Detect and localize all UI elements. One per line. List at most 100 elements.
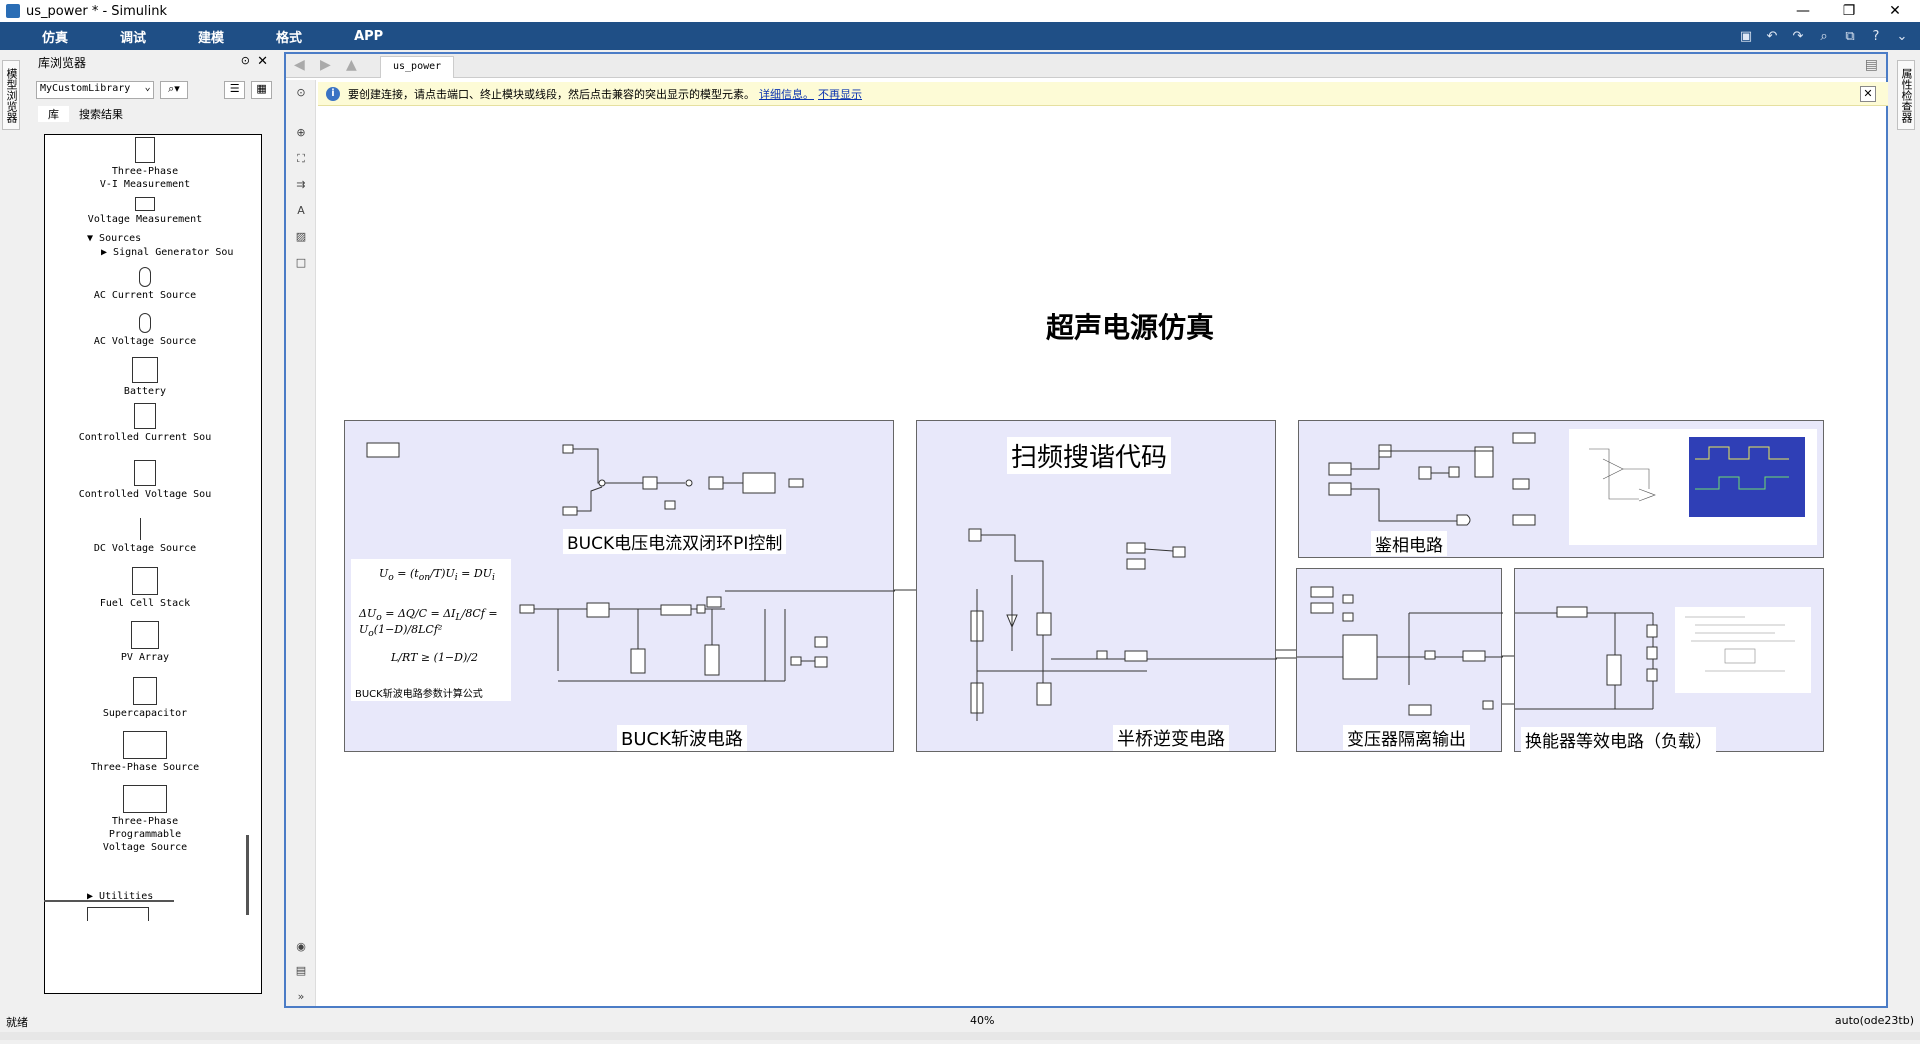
dc-voltage-icon bbox=[140, 518, 150, 540]
ac-current-icon bbox=[139, 267, 151, 287]
details-link[interactable]: 详细信息。 bbox=[759, 86, 814, 102]
pv-array-icon bbox=[131, 621, 159, 649]
programmable-source-icon bbox=[123, 785, 167, 813]
voltmeter-icon bbox=[135, 197, 155, 211]
keyboard-icon[interactable]: ▤ bbox=[1865, 57, 1878, 73]
panel-menu-icon[interactable]: ⊙ bbox=[241, 54, 250, 67]
menu-format[interactable]: 格式 bbox=[250, 27, 328, 46]
formula-1: Uo = (ton/T)Ui = DUi bbox=[379, 567, 495, 584]
library-item-fuel-cell[interactable]: Fuel Cell Stack bbox=[45, 567, 245, 610]
area-buck[interactable]: Uo = (ton/T)Ui = DUi ΔUo = ΔQ/C = ΔIL/8C… bbox=[344, 420, 895, 752]
tab-search-results[interactable]: 搜索结果 bbox=[69, 106, 133, 122]
redo-icon[interactable]: ↷ bbox=[1788, 27, 1808, 45]
library-title: 库浏览器 bbox=[38, 55, 87, 70]
library-item-battery[interactable]: Battery bbox=[45, 357, 245, 398]
close-window-button[interactable]: ✕ bbox=[1872, 0, 1918, 22]
tab-us-power[interactable]: us_power bbox=[380, 56, 455, 78]
help-icon[interactable]: ? bbox=[1866, 27, 1886, 45]
library-item-pv-array[interactable]: PV Array bbox=[45, 621, 245, 664]
menu-simulation[interactable]: 仿真 bbox=[0, 27, 94, 46]
library-item-controlled-current[interactable]: Controlled Current Sou bbox=[45, 403, 245, 444]
library-item-three-phase-vi[interactable]: Three-Phase V-I Measurement bbox=[45, 137, 245, 191]
vertical-scrollbar[interactable] bbox=[246, 835, 249, 915]
model-canvas-window: ◀ ▶ ▲ us_power ▤ ⊙ ⊕ ⛶ ⇉ A ▨ □ ◉ ▤ » i 要… bbox=[284, 52, 1888, 1008]
controlled-voltage-icon bbox=[134, 460, 156, 486]
forward-icon[interactable]: ▶ bbox=[320, 57, 331, 73]
formula-panel: Uo = (ton/T)Ui = DUi ΔUo = ΔQ/C = ΔIL/8C… bbox=[351, 559, 511, 701]
expand-toolbar-icon[interactable]: » bbox=[292, 990, 310, 1006]
property-inspector-tab[interactable]: 属性检查器 bbox=[1897, 60, 1915, 130]
status-bar: 就绪 40% auto(ode23tb) bbox=[0, 1010, 1920, 1032]
library-item-three-phase-source[interactable]: Three-Phase Source bbox=[45, 731, 245, 774]
hide-browser-icon[interactable]: ⊙ bbox=[292, 86, 310, 102]
close-icon[interactable]: ✕ bbox=[1860, 86, 1876, 102]
library-item-voltage-measurement[interactable]: Voltage Measurement bbox=[45, 197, 245, 226]
close-icon[interactable]: ✕ bbox=[257, 54, 268, 69]
chevron-down-icon: ⌄ bbox=[144, 82, 151, 93]
library-item-dc-voltage[interactable]: DC Voltage Source bbox=[45, 518, 245, 555]
tab-library[interactable]: 库 bbox=[38, 106, 69, 122]
back-icon[interactable]: ◀ bbox=[294, 57, 305, 73]
solver-indicator[interactable]: auto(ode23tb) bbox=[1835, 1014, 1914, 1027]
three-phase-source-icon bbox=[123, 731, 167, 759]
property-icon[interactable]: ▤ bbox=[292, 964, 310, 980]
label-phase-detect: 鉴相电路 bbox=[1371, 531, 1447, 556]
zoom-icon[interactable]: ⌕ bbox=[1814, 27, 1834, 45]
image-icon[interactable]: ▨ bbox=[292, 230, 310, 246]
fuel-cell-icon bbox=[132, 567, 158, 595]
bottom-strip bbox=[0, 1032, 1920, 1040]
menu-debug[interactable]: 调试 bbox=[94, 27, 172, 46]
search-icon[interactable]: ⌕▾ bbox=[159, 81, 189, 99]
menu-bar: 仿真 调试 建模 格式 APP bbox=[0, 22, 1920, 50]
info-icon: i bbox=[326, 86, 340, 101]
screenshot-icon[interactable]: ◉ bbox=[292, 940, 310, 956]
save-icon[interactable]: ▣ bbox=[1736, 27, 1756, 45]
library-item-ac-voltage-source[interactable]: AC Voltage Source bbox=[45, 313, 245, 348]
area-phase-detect[interactable]: 鉴相电路 bbox=[1298, 420, 1824, 558]
info-text: 要创建连接，请点击端口、终止模块或线段，然后点击兼容的突出显示的模型元素。 bbox=[348, 87, 755, 101]
right-side-strip: 属性检查器 bbox=[1892, 54, 1920, 1014]
annotation-icon[interactable]: A bbox=[292, 204, 310, 220]
formula-2: ΔUo = ΔQ/C = ΔIL/8Cf = Uo(1−D)/8LCf² bbox=[359, 607, 498, 640]
dont-show-link[interactable]: 不再显示 bbox=[818, 86, 862, 102]
library-item-ac-current-source[interactable]: AC Current Source bbox=[45, 267, 245, 302]
area-load[interactable]: 换能器等效电路（负载） bbox=[1514, 568, 1824, 752]
expand-icon[interactable]: ⌄ bbox=[1892, 27, 1912, 45]
left-side-strip: 模型浏览器 bbox=[0, 54, 22, 1044]
list-view-icon[interactable]: ☰ bbox=[224, 81, 246, 99]
find-icon[interactable]: ⧉ bbox=[1840, 27, 1860, 45]
zoom-in-icon[interactable]: ⊕ bbox=[292, 126, 310, 142]
menu-modeling[interactable]: 建模 bbox=[172, 27, 250, 46]
area-half-bridge[interactable]: 扫频搜谐代码 半桥逆变电路 bbox=[916, 420, 1277, 752]
undo-icon[interactable]: ↶ bbox=[1762, 27, 1782, 45]
minimize-button[interactable]: — bbox=[1780, 0, 1826, 22]
label-sweep-code: 扫频搜谐代码 bbox=[1007, 437, 1172, 474]
reference-figure bbox=[1589, 437, 1805, 517]
diagram-area: 超声电源仿真 Uo = (ton/T)Ui = DUi ΔUo = ΔQ/C =… bbox=[318, 108, 1886, 1004]
fit-view-icon[interactable]: ⛶ bbox=[292, 152, 310, 168]
tree-node-sources[interactable]: ▼ Sources bbox=[87, 233, 141, 244]
library-item-supercapacitor[interactable]: Supercapacitor bbox=[45, 677, 245, 720]
area-icon[interactable]: □ bbox=[292, 256, 310, 272]
tree-node-signal-generator[interactable]: ▶ Signal Generator Sou bbox=[101, 247, 233, 258]
library-select[interactable]: MyCustomLibrary ⌄ bbox=[36, 81, 154, 99]
library-item-programmable-source[interactable]: Three-Phase Programmable Voltage Source bbox=[45, 785, 245, 854]
library-browser: 库浏览器 ⊙ ✕ MyCustomLibrary ⌄ ⌕▾ ☰ ▦ 库 搜索结果 … bbox=[28, 52, 278, 1002]
label-half-bridge: 半桥逆变电路 bbox=[1113, 725, 1229, 751]
up-icon[interactable]: ▲ bbox=[346, 57, 357, 73]
arrow-icon[interactable]: ⇉ bbox=[292, 178, 310, 194]
horizontal-scrollbar[interactable] bbox=[44, 900, 174, 902]
quick-access-toolbar: ▣ ↶ ↷ ⌕ ⧉ ? ⌄ bbox=[1736, 26, 1912, 46]
info-bar: i 要创建连接，请点击端口、终止模块或线段，然后点击兼容的突出显示的模型元素。 … bbox=[318, 82, 1888, 106]
title-bar: us_power * - Simulink bbox=[0, 0, 1920, 22]
zoom-level: 40% bbox=[970, 1014, 995, 1027]
library-item-controlled-voltage[interactable]: Controlled Voltage Sou bbox=[45, 460, 245, 501]
load-reference-figure bbox=[1685, 616, 1795, 672]
menu-apps[interactable]: APP bbox=[328, 29, 409, 44]
model-browser-tab[interactable]: 模型浏览器 bbox=[2, 60, 20, 130]
restore-button[interactable]: ❐ bbox=[1826, 0, 1872, 22]
vi-measurement-icon bbox=[135, 137, 155, 163]
area-transformer[interactable]: 变压器隔离输出 bbox=[1296, 568, 1503, 752]
library-header: 库浏览器 ⊙ ✕ bbox=[28, 52, 278, 72]
grid-view-icon[interactable]: ▦ bbox=[251, 81, 272, 99]
